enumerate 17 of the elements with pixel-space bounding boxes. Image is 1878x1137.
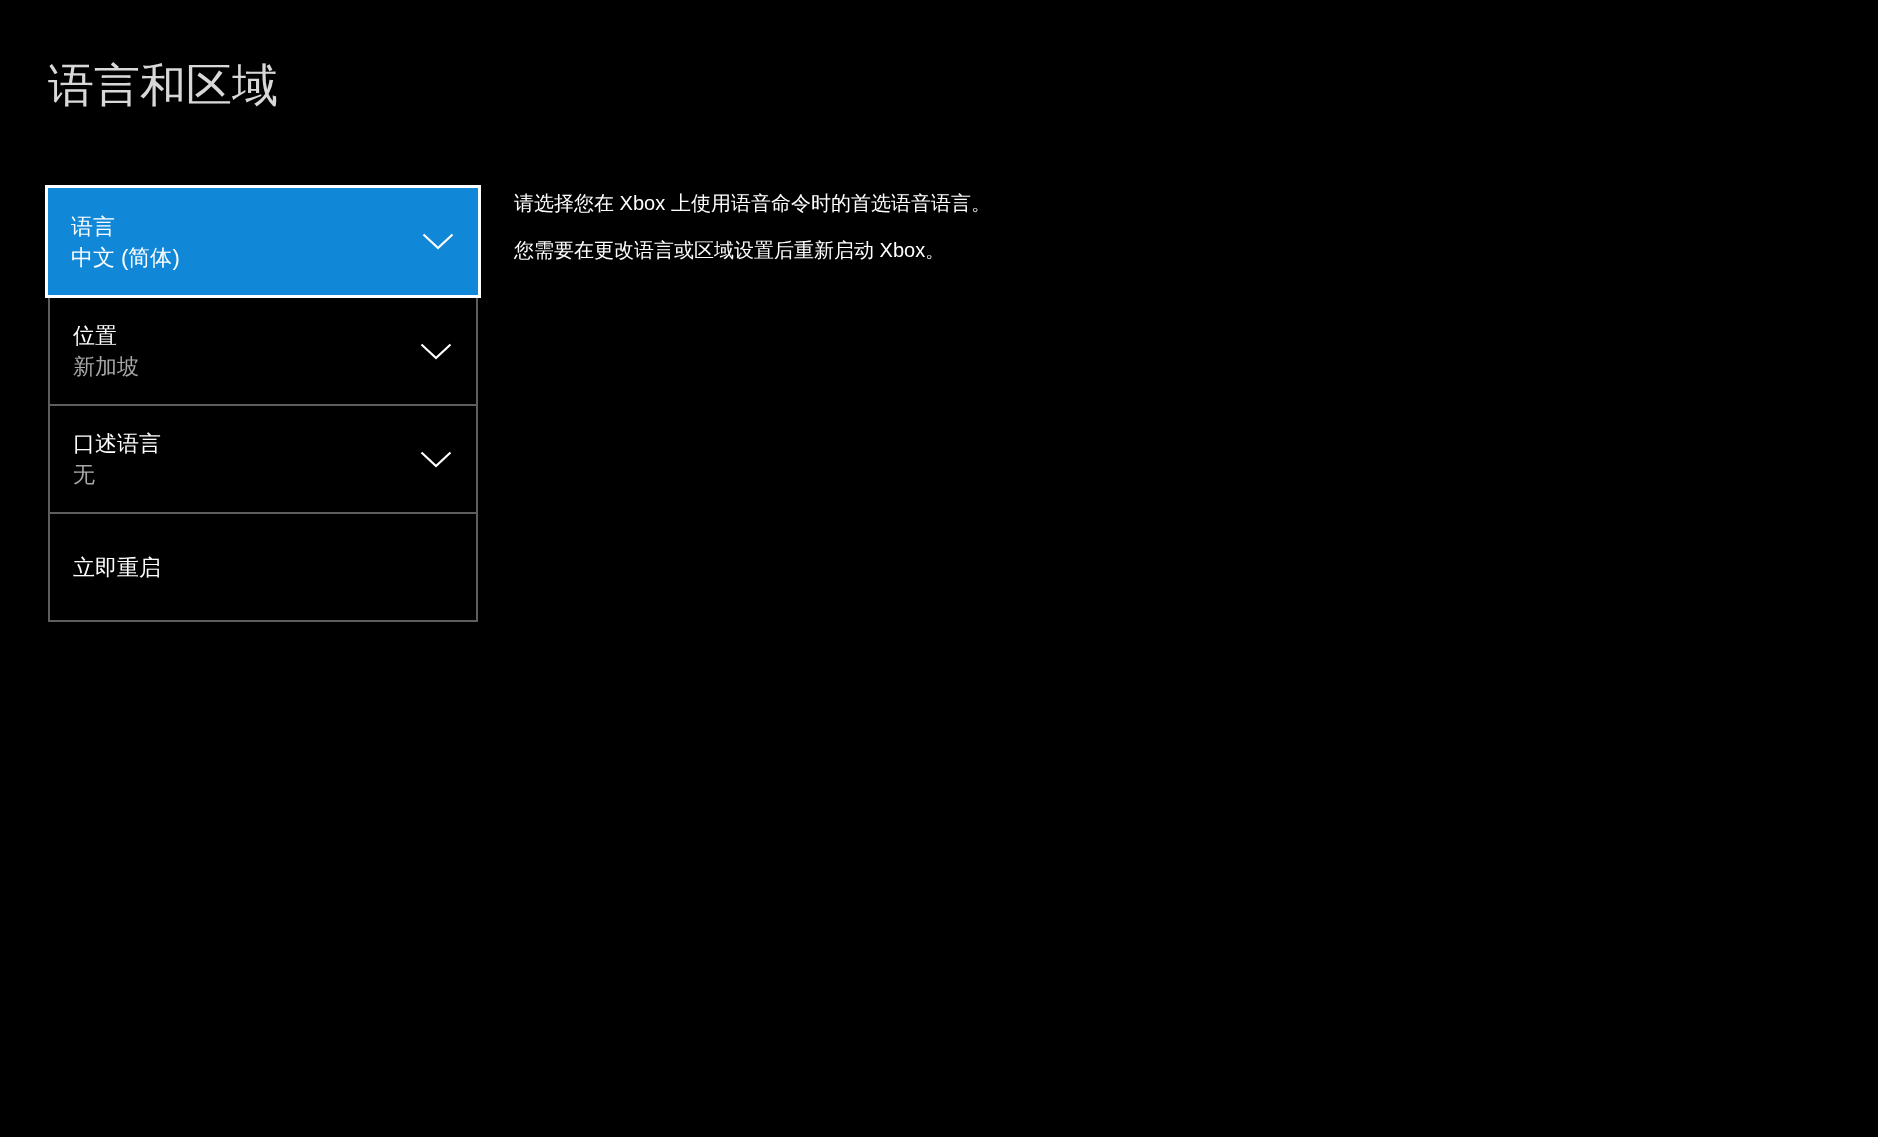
setting-value: 无 [73, 461, 96, 489]
description-text: 请选择您在 Xbox 上使用语音命令时的首选语音语言。 [514, 191, 991, 216]
setting-label: 语言 [71, 212, 116, 241]
setting-label: 口述语言 [73, 430, 161, 458]
chevron-down-icon [422, 233, 454, 250]
chevron-down-icon [420, 450, 452, 468]
setting-value: 新加坡 [73, 353, 139, 381]
restart-button[interactable]: 立即重启 [48, 512, 478, 622]
chevron-down-icon [420, 342, 452, 360]
setting-label: 立即重启 [73, 553, 161, 582]
dropdown-button[interactable]: 语言 中文 (简体) [45, 185, 481, 298]
dropdown-button[interactable]: 位置 新加坡 [48, 296, 478, 406]
setting-label: 位置 [73, 322, 118, 350]
dropdown-button[interactable]: 口述语言 无 [48, 404, 478, 514]
setting-value: 中文 (简体) [71, 243, 180, 272]
description-text: 您需要在更改语言或区域设置后重新启动 Xbox。 [514, 238, 947, 263]
page-title: 语言和区域 [48, 58, 278, 113]
